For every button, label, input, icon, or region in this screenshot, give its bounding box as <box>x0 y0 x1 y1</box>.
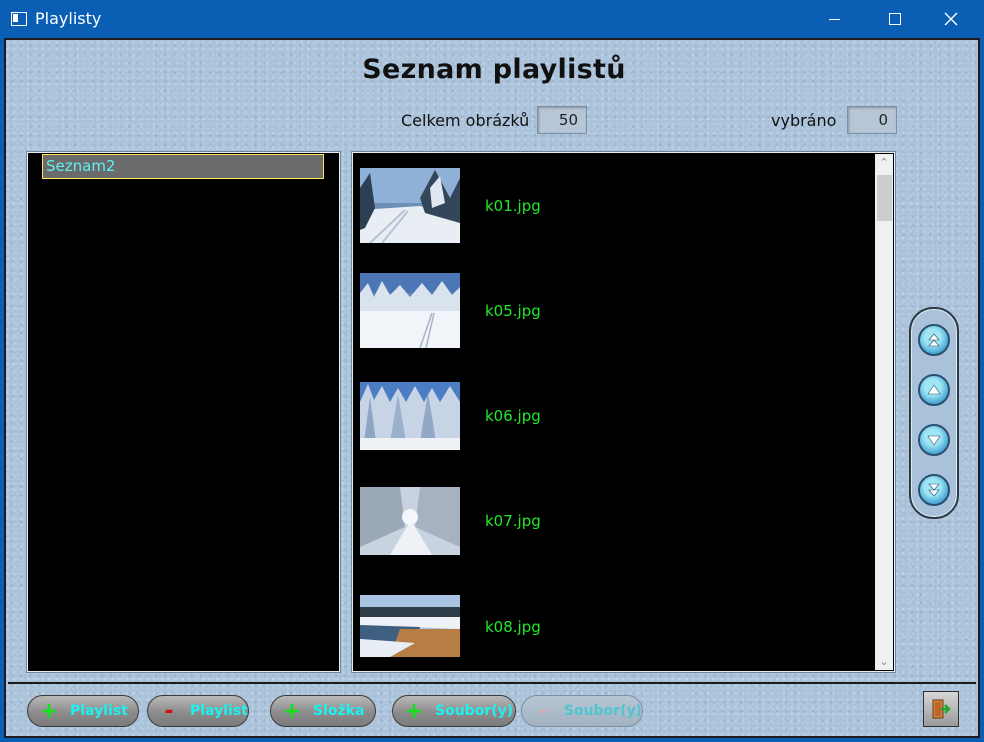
snowy-field-tracks-icon <box>360 273 460 348</box>
scroll-up-icon[interactable]: ⌃ <box>875 154 893 171</box>
move-to-top-button[interactable] <box>918 324 950 356</box>
total-images-value: 50 <box>537 106 587 134</box>
exit-button[interactable] <box>923 691 959 727</box>
client-area: Seznam playlistů Celkem obrázků 50 vybrá… <box>4 38 980 738</box>
scrollbar-thumb[interactable] <box>877 175 892 221</box>
triangle-up-icon <box>927 384 941 395</box>
snowy-forest-trail-icon <box>360 168 460 243</box>
close-button[interactable] <box>928 0 974 38</box>
button-label: Playlist <box>70 703 128 719</box>
close-icon <box>944 12 958 26</box>
button-label: Složka <box>313 703 365 719</box>
thumbnail-k08[interactable] <box>360 595 460 657</box>
remove-files-button[interactable]: - Soubor(y) <box>521 695 643 727</box>
move-down-button[interactable] <box>918 424 950 456</box>
reorder-panel <box>909 307 959 519</box>
winter-river-icon <box>360 595 460 657</box>
thumbnail-k05[interactable] <box>360 273 460 348</box>
thumbnail-k06[interactable] <box>360 382 460 450</box>
minus-icon: - <box>538 698 548 724</box>
file-list[interactable]: k01.jpg k05.jpg k06.jpg k07.jpg k08.jpg … <box>352 152 895 672</box>
button-label: Soubor(y) <box>563 703 642 719</box>
minimize-button[interactable] <box>811 0 857 38</box>
move-to-bottom-button[interactable] <box>918 474 950 506</box>
playlist-item[interactable]: Seznam2 <box>42 154 324 179</box>
file-name[interactable]: k07.jpg <box>485 512 541 530</box>
snow-covered-spruces-icon <box>360 382 460 450</box>
plus-icon: + <box>282 698 302 724</box>
total-images-label: Celkem obrázků <box>401 111 530 130</box>
thumbnail-k07[interactable] <box>360 487 460 555</box>
window-title: Playlisty <box>35 9 102 28</box>
plus-icon: + <box>39 698 59 724</box>
file-name[interactable]: k01.jpg <box>485 197 541 215</box>
add-folder-button[interactable]: + Složka <box>270 695 376 727</box>
title-bar[interactable]: Playlisty <box>0 0 984 38</box>
minus-icon: - <box>164 698 174 724</box>
snowy-tree-alley-icon <box>360 487 460 555</box>
button-label: Playlist <box>190 703 248 719</box>
app-icon <box>11 12 27 26</box>
remove-playlist-button[interactable]: - Playlist <box>147 695 249 727</box>
button-label: Soubor(y) <box>435 703 514 719</box>
double-chevron-up-icon <box>928 333 940 347</box>
maximize-button[interactable] <box>872 0 918 38</box>
selected-count-value: 0 <box>847 106 897 134</box>
file-name[interactable]: k08.jpg <box>485 618 541 636</box>
playlist-list[interactable]: Seznam2 <box>27 152 340 672</box>
thumbnail-k01[interactable] <box>360 168 460 243</box>
scroll-down-icon[interactable]: ⌄ <box>875 653 893 670</box>
triangle-down-icon <box>927 435 941 446</box>
add-playlist-button[interactable]: + Playlist <box>27 695 139 727</box>
plus-icon: + <box>404 698 424 724</box>
app-window: Playlisty Seznam playlistů Celkem obrázk… <box>0 0 984 742</box>
selected-count-label: vybráno <box>771 111 837 130</box>
add-files-button[interactable]: + Soubor(y) <box>392 695 516 727</box>
file-list-scrollbar[interactable]: ⌃ ⌄ <box>875 154 893 670</box>
double-chevron-down-icon <box>928 483 940 497</box>
file-name[interactable]: k06.jpg <box>485 407 541 425</box>
page-title: Seznam playlistů <box>362 54 626 85</box>
divider <box>8 682 976 684</box>
exit-door-icon <box>932 699 951 719</box>
minimize-icon <box>828 18 840 20</box>
maximize-icon <box>889 13 901 25</box>
file-name[interactable]: k05.jpg <box>485 302 541 320</box>
move-up-button[interactable] <box>918 374 950 406</box>
